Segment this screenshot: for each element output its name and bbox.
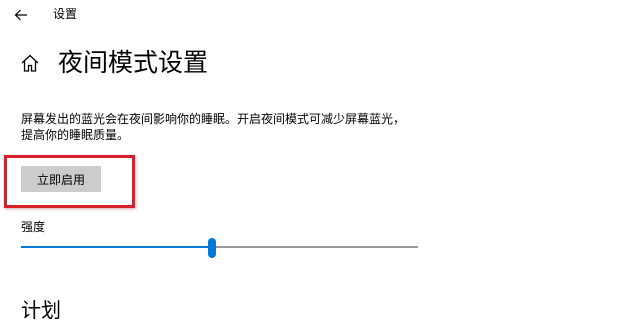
slider-thumb[interactable] bbox=[208, 238, 216, 258]
slider-fill bbox=[21, 246, 212, 248]
page-title: 夜间模式设置 bbox=[58, 48, 209, 77]
strength-label: 强度 bbox=[21, 220, 46, 234]
schedule-heading: 计划 bbox=[21, 298, 61, 322]
description-line-1: 屏幕发出的蓝光会在夜间影响你的睡眠。开启夜间模式可减少屏幕蓝光， bbox=[21, 112, 406, 126]
title-bar: 设置 bbox=[0, 0, 620, 30]
back-button[interactable] bbox=[10, 4, 32, 26]
back-arrow-icon bbox=[14, 9, 27, 21]
description-line-2: 提高你的睡眠质量。 bbox=[21, 128, 130, 142]
app-title: 设置 bbox=[53, 7, 78, 21]
description: 屏幕发出的蓝光会在夜间影响你的睡眠。开启夜间模式可减少屏幕蓝光， 提高你的睡眠质… bbox=[21, 111, 441, 143]
strength-slider[interactable] bbox=[21, 236, 418, 260]
home-icon[interactable] bbox=[19, 52, 41, 74]
enable-now-button[interactable]: 立即启用 bbox=[21, 166, 101, 192]
